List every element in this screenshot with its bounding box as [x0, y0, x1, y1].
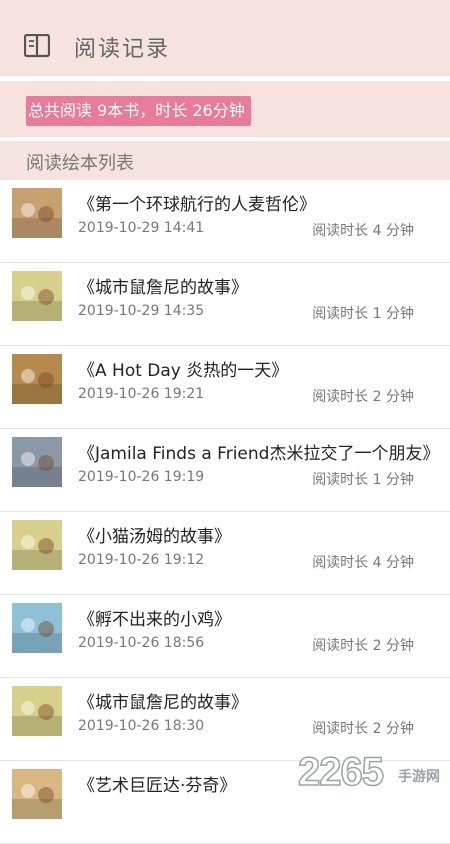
section-header: 阅读绘本列表 — [0, 141, 450, 180]
book-title: 《小猫汤姆的故事》 — [78, 527, 231, 547]
read-duration: 阅读时长 4 分钟 — [312, 555, 414, 571]
book-cover — [12, 271, 62, 321]
read-date: 2019-10-29 14:41 — [78, 220, 205, 236]
read-date: 2019-10-29 14:35 — [78, 303, 205, 319]
summary-band: 总共阅读 9本书，时长 26分钟 — [0, 81, 450, 137]
book-list-item[interactable]: 《艺术巨匠达·芬奇》 — [0, 761, 450, 844]
read-date: 2019-10-26 19:21 — [78, 386, 205, 402]
read-duration: 阅读时长 2 分钟 — [312, 638, 414, 654]
book-cover — [12, 437, 62, 487]
read-date: 2019-10-26 18:30 — [78, 718, 205, 734]
book-title: 《第一个环球航行的人麦哲伦》 — [78, 195, 316, 215]
book-cover — [12, 354, 62, 404]
read-duration: 阅读时长 4 分钟 — [312, 223, 414, 239]
book-cover — [12, 188, 62, 238]
book-title: 《城市鼠詹尼的故事》 — [78, 278, 248, 298]
reading-summary-badge: 总共阅读 9本书，时长 26分钟 — [26, 96, 251, 126]
section-title: 阅读绘本列表 — [26, 153, 134, 174]
page-title: 阅读记录 — [74, 37, 171, 62]
book-title: 《城市鼠詹尼的故事》 — [78, 693, 248, 713]
book-list-item[interactable]: 《小猫汤姆的故事》 2019-10-26 19:12 阅读时长 4 分钟 — [0, 512, 450, 595]
read-duration: 阅读时长 1 分钟 — [312, 472, 414, 488]
book-cover — [12, 520, 62, 570]
book-list-item[interactable]: 《A Hot Day 炎热的一天》 2019-10-26 19:21 阅读时长 … — [0, 346, 450, 429]
book-list-item[interactable]: 《第一个环球航行的人麦哲伦》 2019-10-29 14:41 阅读时长 4 分… — [0, 180, 450, 263]
read-date: 2019-10-26 18:56 — [78, 635, 205, 651]
book-list: 《第一个环球航行的人麦哲伦》 2019-10-29 14:41 阅读时长 4 分… — [0, 180, 450, 844]
book-title: 《Jamila Finds a Friend杰米拉交了一个朋友》 — [78, 444, 440, 464]
read-date: 2019-10-26 19:19 — [78, 469, 205, 485]
book-title: 《A Hot Day 炎热的一天》 — [78, 361, 289, 381]
book-cover — [12, 603, 62, 653]
read-date: 2019-10-26 19:12 — [78, 552, 205, 568]
open-book-icon — [24, 34, 50, 58]
app-header: 阅读记录 — [0, 0, 450, 76]
book-list-item[interactable]: 《城市鼠詹尼的故事》 2019-10-29 14:35 阅读时长 1 分钟 — [0, 263, 450, 346]
read-duration: 阅读时长 2 分钟 — [312, 389, 414, 405]
book-title: 《艺术巨匠达·芬奇》 — [78, 776, 237, 796]
read-duration: 阅读时长 2 分钟 — [312, 721, 414, 737]
book-title: 《孵不出来的小鸡》 — [78, 610, 231, 630]
book-cover — [12, 686, 62, 736]
book-list-item[interactable]: 《孵不出来的小鸡》 2019-10-26 18:56 阅读时长 2 分钟 — [0, 595, 450, 678]
book-list-item[interactable]: 《城市鼠詹尼的故事》 2019-10-26 18:30 阅读时长 2 分钟 — [0, 678, 450, 761]
book-cover — [12, 769, 62, 819]
read-duration: 阅读时长 1 分钟 — [312, 306, 414, 322]
book-list-item[interactable]: 《Jamila Finds a Friend杰米拉交了一个朋友》 2019-10… — [0, 429, 450, 512]
